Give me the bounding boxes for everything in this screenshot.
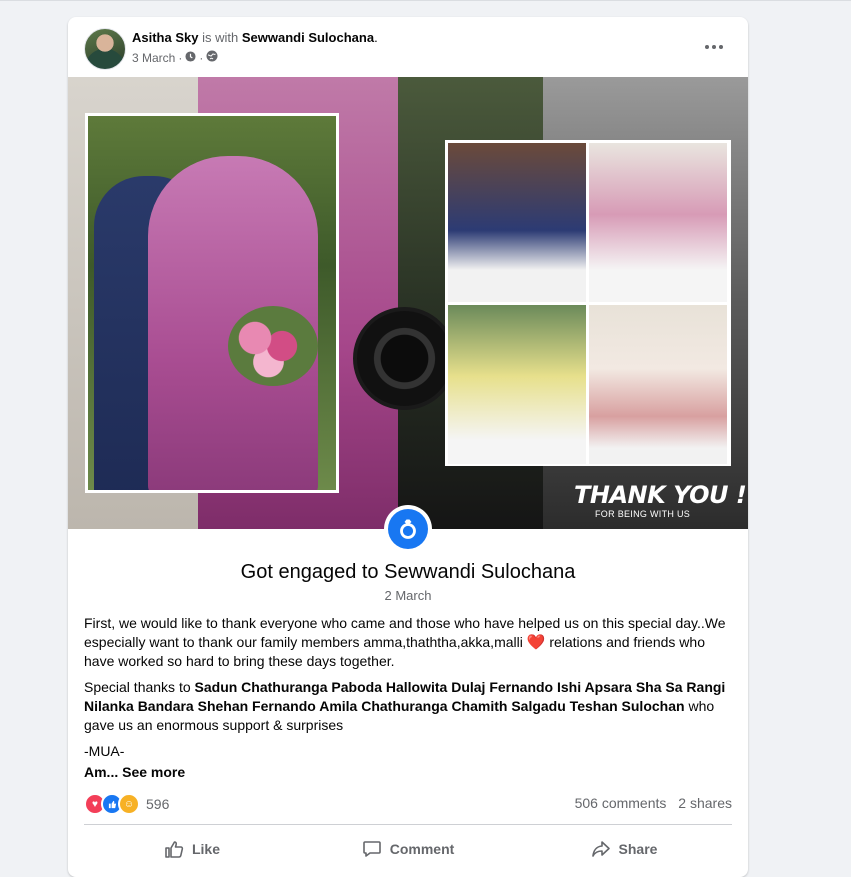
truncated-text: Am... [84, 764, 119, 780]
comment-label: Comment [389, 841, 455, 857]
signing-photo-grid [445, 140, 731, 466]
camera-lens [353, 307, 456, 410]
see-more-link[interactable]: See more [118, 764, 185, 780]
post-date[interactable]: 3 March [132, 51, 175, 65]
paragraph-2-start: Special thanks to [84, 679, 195, 695]
globe-icon[interactable] [206, 50, 218, 65]
comments-count[interactable]: 506 comments [575, 795, 667, 811]
actions-divider [84, 824, 732, 825]
comment-button[interactable]: Comment [300, 829, 516, 869]
like-label: Like [191, 841, 220, 857]
post-paragraph-3: -MUA- [84, 743, 125, 759]
more-options-icon[interactable] [696, 31, 732, 63]
share-label: Share [618, 841, 658, 857]
couple-photo [85, 113, 339, 493]
signing-photo-1 [448, 143, 586, 302]
author-name[interactable]: Asitha Sky [132, 30, 198, 45]
signing-photo-2 [589, 143, 727, 302]
post-text: First, we would like to thank everyone w… [84, 614, 734, 789]
author-line: Asitha Sky is with Sewwandi Sulochana. [132, 30, 378, 45]
share-icon [591, 841, 610, 857]
ring-icon [388, 509, 428, 549]
care-reaction-icon: ☺ [118, 793, 140, 815]
bouquet [228, 306, 318, 386]
signing-photo-4 [589, 305, 727, 464]
clock-icon [185, 50, 196, 65]
shares-count[interactable]: 2 shares [678, 795, 732, 811]
signing-photo-3 [448, 305, 586, 464]
post-card: Asitha Sky is with Sewwandi Sulochana. 3… [68, 17, 748, 877]
post-paragraph-2: Special thanks to Sadun Chathuranga Pabo… [84, 678, 734, 735]
author-avatar[interactable] [84, 28, 126, 70]
reactions-summary[interactable]: ♥ ☺ 596 [84, 793, 169, 815]
reactions-count[interactable]: 596 [146, 796, 169, 812]
engagement-stats: ♥ ☺ 596 506 comments 2 shares [84, 793, 732, 817]
tagged-name[interactable]: Sewwandi Sulochana [242, 30, 374, 45]
thank-you-subtext: FOR BEING WITH US [595, 509, 691, 519]
meta-separator: · [178, 50, 183, 65]
post-header: Asitha Sky is with Sewwandi Sulochana. 3… [68, 17, 748, 77]
life-event-title: Got engaged to Sewwandi Sulochana [240, 561, 576, 583]
heart-emoji: ❤️ [526, 634, 546, 651]
top-border [0, 0, 851, 1]
life-event-date: 2 March [384, 588, 432, 603]
post-photo[interactable]: THANK YOU ! FOR BEING WITH US [68, 77, 748, 529]
like-icon [165, 841, 184, 858]
life-event-badge [384, 505, 432, 553]
tagged-suffix: . [374, 30, 378, 45]
post-paragraph-4: Am... See more [84, 763, 734, 782]
post-actions: Like Comment Share [84, 829, 732, 869]
comments-shares: 506 comments 2 shares [567, 795, 732, 811]
like-button[interactable]: Like [84, 829, 300, 869]
post-paragraph-1: First, we would like to thank everyone w… [84, 614, 734, 671]
with-text: is with [202, 30, 239, 45]
meta-separator-2: · [199, 50, 204, 65]
thank-you-text: THANK YOU ! [574, 481, 747, 509]
comment-icon [362, 841, 381, 857]
post-meta: 3 March · · [132, 50, 218, 65]
share-button[interactable]: Share [516, 829, 732, 869]
